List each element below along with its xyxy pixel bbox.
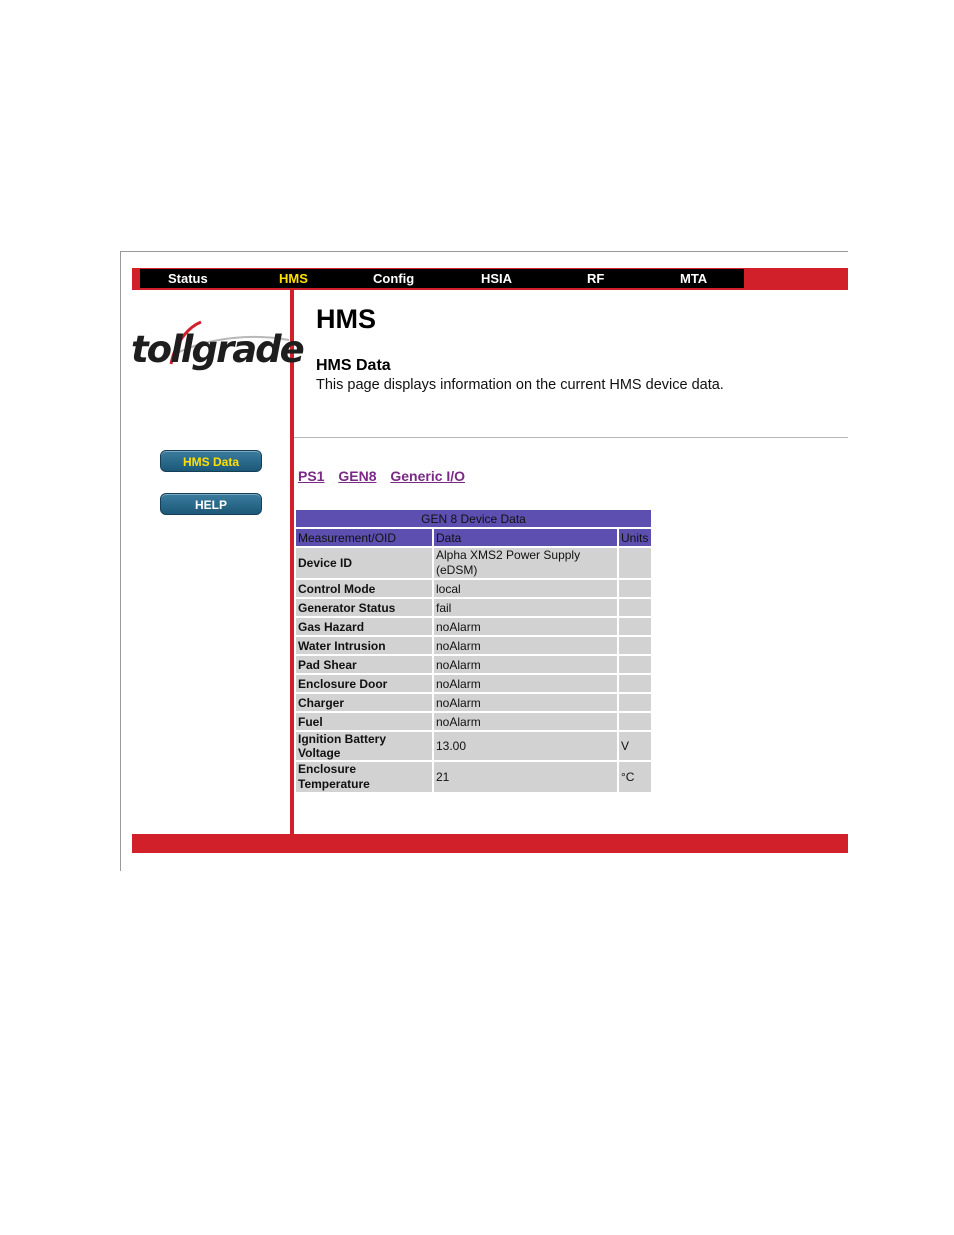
row-label: Control Mode — [296, 580, 434, 599]
row-label: Pad Shear — [296, 656, 434, 675]
row-value: 13.00 — [434, 732, 619, 762]
row-value: noAlarm — [434, 694, 619, 713]
nav-status[interactable]: Status — [168, 269, 208, 288]
table-row: Ignition Battery Voltage 13.00 V — [296, 732, 651, 762]
row-unit — [619, 618, 651, 637]
table-row: Water Intrusion noAlarm — [296, 637, 651, 656]
column-header-data: Data — [434, 529, 619, 548]
column-header-units: Units — [619, 529, 651, 548]
device-data-table: GEN 8 Device Data Measurement/OID Data U… — [296, 510, 651, 794]
logo-text: tollgrade — [131, 328, 305, 371]
table-row: Device ID Alpha XMS2 Power Supply (eDSM) — [296, 548, 651, 580]
row-value: noAlarm — [434, 618, 619, 637]
row-value: noAlarm — [434, 656, 619, 675]
row-label: Enclosure Door — [296, 675, 434, 694]
link-gen8[interactable]: GEN8 — [338, 468, 376, 484]
link-ps1[interactable]: PS1 — [298, 468, 324, 484]
column-header-measurement: Measurement/OID — [296, 529, 434, 548]
row-unit — [619, 548, 651, 580]
row-value: 21 — [434, 762, 619, 794]
page-title: HMS — [316, 304, 376, 334]
table-row: Charger noAlarm — [296, 694, 651, 713]
row-value: local — [434, 580, 619, 599]
table-row: Gas Hazard noAlarm — [296, 618, 651, 637]
row-value: noAlarm — [434, 713, 619, 732]
device-links: PS1 GEN8 Generic I/O — [298, 468, 475, 484]
sidebar-hms-data-button[interactable]: HMS Data — [160, 450, 262, 472]
table-caption: GEN 8 Device Data — [296, 510, 651, 529]
row-label: Generator Status — [296, 599, 434, 618]
row-label: Ignition Battery Voltage — [296, 732, 434, 762]
row-value: Alpha XMS2 Power Supply (eDSM) — [434, 548, 619, 580]
section-title: HMS Data — [316, 357, 391, 374]
row-label: Enclosure Temperature — [296, 762, 434, 794]
row-unit: V — [619, 732, 651, 762]
row-label: Fuel — [296, 713, 434, 732]
table-row: Control Mode local — [296, 580, 651, 599]
row-unit — [619, 675, 651, 694]
row-unit — [619, 637, 651, 656]
nav-rf[interactable]: RF — [587, 269, 604, 288]
row-unit — [619, 694, 651, 713]
table-row: Pad Shear noAlarm — [296, 656, 651, 675]
top-navbar: Status HMS Config HSIA RF MTA — [140, 269, 744, 288]
nav-config[interactable]: Config — [373, 269, 414, 288]
table-row: Enclosure Temperature 21 °C — [296, 762, 651, 794]
nav-mta[interactable]: MTA — [680, 269, 707, 288]
row-value: fail — [434, 599, 619, 618]
table-row: Fuel noAlarm — [296, 713, 651, 732]
table-row: Generator Status fail — [296, 599, 651, 618]
row-unit — [619, 713, 651, 732]
section-description: This page displays information on the cu… — [316, 377, 724, 393]
row-label: Water Intrusion — [296, 637, 434, 656]
link-generic-io[interactable]: Generic I/O — [390, 468, 465, 484]
tollgrade-logo: tollgrade — [131, 314, 305, 384]
row-label: Device ID — [296, 548, 434, 580]
nav-hms[interactable]: HMS — [279, 269, 308, 288]
row-value: noAlarm — [434, 675, 619, 694]
bottom-red-bar — [132, 834, 848, 853]
sidebar-help-button[interactable]: HELP — [160, 493, 262, 515]
row-value: noAlarm — [434, 637, 619, 656]
row-unit: °C — [619, 762, 651, 794]
nav-hsia[interactable]: HSIA — [481, 269, 512, 288]
row-unit — [619, 656, 651, 675]
table-row: Enclosure Door noAlarm — [296, 675, 651, 694]
row-label: Charger — [296, 694, 434, 713]
row-unit — [619, 580, 651, 599]
row-unit — [619, 599, 651, 618]
app-frame: Status HMS Config HSIA RF MTA tollgrade … — [120, 251, 848, 871]
row-label: Gas Hazard — [296, 618, 434, 637]
content-divider — [294, 437, 848, 438]
